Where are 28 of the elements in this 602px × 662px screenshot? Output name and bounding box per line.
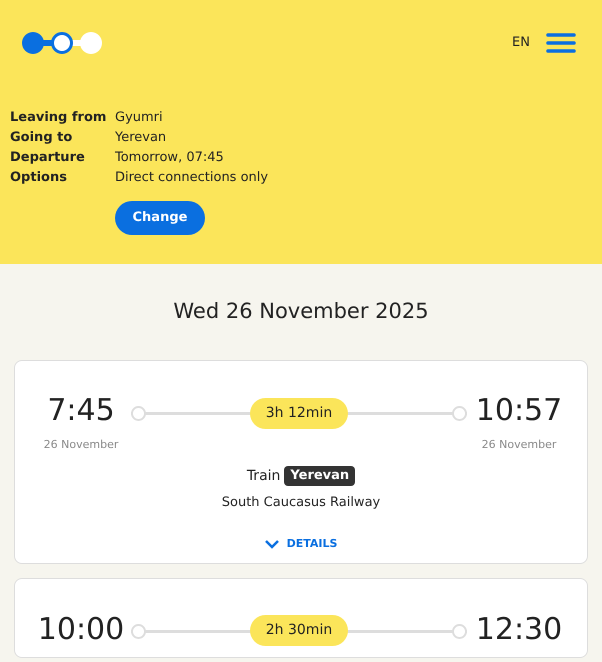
departure-time: 10:00 [38, 614, 124, 646]
departure-date: 26 November [44, 437, 118, 453]
change-button[interactable]: Change [115, 201, 205, 235]
summary-label: Leaving from [10, 109, 108, 127]
departure-time: 7:45 [47, 395, 115, 427]
summary-label: Departure [10, 149, 86, 167]
summary-value: Gyumri [115, 109, 164, 127]
duration-badge: 2h 30min [250, 615, 348, 646]
duration-badge: 3h 12min [250, 398, 348, 428]
arrival-time: 10:57 [476, 395, 562, 427]
summary-label: Going to [10, 129, 74, 147]
logo-icon [22, 31, 102, 55]
details-button[interactable]: DETAILS [264, 536, 338, 552]
arrival-time: 12:30 [476, 614, 562, 646]
summary-value: Tomorrow, 07:45 [115, 149, 225, 167]
summary-value: Direct connections only [115, 169, 270, 187]
connection-card[interactable]: 7:45 26 November 3h 12min 10:57 26 November Train Yerevan South Caucasus Railway DETAILS [14, 360, 588, 564]
chevron-down-icon [264, 540, 279, 549]
transport-mode: Train [246, 466, 280, 486]
summary-label: Options [10, 169, 68, 187]
language-selector[interactable]: EN [512, 33, 530, 53]
date-heading: Wed 26 November 2025 [173, 298, 429, 326]
arrival-date: 26 November [482, 437, 556, 453]
summary-value: Yerevan [115, 129, 168, 147]
operator-name: South Caucasus Railway [222, 494, 380, 512]
menu-icon[interactable] [546, 32, 576, 54]
connection-card[interactable]: 10:00 2h 30min 12:30 [14, 578, 588, 658]
train-name-tag: Yerevan [284, 466, 356, 486]
